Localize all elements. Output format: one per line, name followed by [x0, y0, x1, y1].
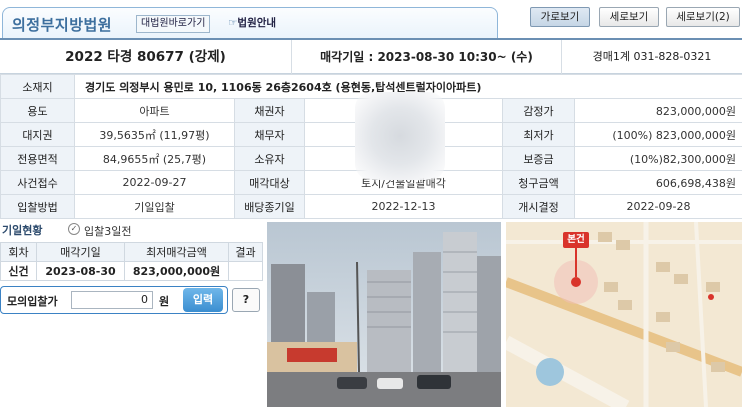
creditor-label: 채권자 — [234, 98, 305, 123]
property-photo-image — [267, 222, 501, 407]
row-round: 신건 — [0, 261, 37, 281]
department: 경매1계 031-828-0321 — [592, 50, 712, 63]
history-table: 회차 매각기일 최저매각금액 결과 신건 2023-08-30 823,000,… — [0, 242, 263, 281]
exclusive-area-value: 84,9655㎡ (25,7평) — [74, 146, 235, 171]
tab-bar: 의정부지방법원 대법원바로가기 ☞법원안내 가로보기 세로보기 세로보기(2) — [0, 0, 742, 39]
row-result — [228, 261, 263, 281]
view-vertical-button[interactable]: 세로보기 — [599, 7, 659, 27]
bid-method-label: 입찰방법 — [0, 194, 75, 219]
view-horizontal-button[interactable]: 가로보기 — [530, 7, 590, 27]
col-date: 매각기일 — [36, 242, 125, 262]
court-name: 의정부지방법원 — [12, 16, 113, 34]
owner-label: 소유자 — [234, 146, 305, 171]
map-pin-label: 본건 — [563, 232, 589, 248]
supreme-court-link[interactable]: 대법원바로가기 — [136, 15, 211, 33]
table-row: 신건 2023-08-30 823,000,000원 — [0, 261, 263, 281]
received-label: 사건접수 — [0, 170, 75, 195]
mock-bid-input[interactable]: 0 — [71, 291, 153, 309]
enter-button[interactable]: 입력 — [183, 288, 223, 312]
property-photo[interactable] — [267, 222, 501, 407]
claim-value: 606,698,438원 — [573, 170, 742, 195]
deposit-value: (10%)82,300,000원 — [573, 146, 742, 171]
sale-target-label: 매각대상 — [234, 170, 305, 195]
commencement-label: 개시결정 — [502, 194, 575, 219]
history-title: 기일현황 — [2, 224, 43, 237]
received-value: 2022-09-27 — [74, 170, 235, 195]
col-round: 회차 — [0, 242, 37, 262]
redacted-names-blur — [355, 92, 445, 180]
min-price-value: (100%) 823,000,000원 — [573, 122, 742, 147]
col-price: 최저매각금액 — [124, 242, 229, 262]
location-map-image — [506, 222, 742, 407]
case-summary: 2022 타경 80677 (강제) 매각기일 : 2023-08-30 10:… — [0, 38, 742, 74]
court-tab: 의정부지방법원 대법원바로가기 ☞법원안내 — [2, 7, 498, 39]
bid-method-value: 기일입찰 — [74, 194, 235, 219]
land-right-value: 39,5635㎡ (11,97평) — [74, 122, 235, 147]
exclusive-area-label: 전용면적 — [0, 146, 75, 171]
usage-label: 용도 — [0, 98, 75, 123]
case-number: 2022 타경 80677 (강제) — [0, 40, 292, 74]
view-vertical2-button[interactable]: 세로보기(2) — [666, 7, 740, 27]
debtor-label: 채무자 — [234, 122, 305, 147]
mock-bid-label: 모의입찰가 — [7, 295, 58, 308]
mock-bid-unit: 원 — [159, 295, 170, 308]
commencement-value: 2022-09-28 — [573, 194, 742, 219]
min-price-label: 최저가 — [502, 122, 575, 147]
help-button[interactable]: ? — [232, 288, 260, 312]
location-label: 소재지 — [0, 74, 75, 99]
claim-label: 청구금액 — [502, 170, 575, 195]
court-guide-label: 법원안내 — [237, 17, 277, 29]
appraisal-label: 감정가 — [502, 98, 575, 123]
history-subtitle: 입찰3일전 — [84, 225, 132, 238]
deposit-label: 보증금 — [502, 146, 575, 171]
location-map[interactable]: 본건 — [506, 222, 742, 407]
dividend-deadline-value: 2022-12-13 — [304, 194, 503, 219]
check-circle-icon: ✓ — [68, 223, 80, 235]
row-date: 2023-08-30 — [36, 261, 125, 281]
court-guide-icon: ☞ — [228, 17, 238, 29]
usage-value: 아파트 — [74, 98, 235, 123]
sale-date: 매각기일 : 2023-08-30 10:30~ (수) — [292, 40, 562, 74]
land-right-label: 대지권 — [0, 122, 75, 147]
appraisal-value: 823,000,000원 — [573, 98, 742, 123]
dividend-deadline-label: 배당종기일 — [234, 194, 305, 219]
row-price: 823,000,000원 — [124, 261, 229, 281]
col-result: 결과 — [228, 242, 263, 262]
court-guide-link[interactable]: ☞법원안내 — [228, 15, 276, 33]
